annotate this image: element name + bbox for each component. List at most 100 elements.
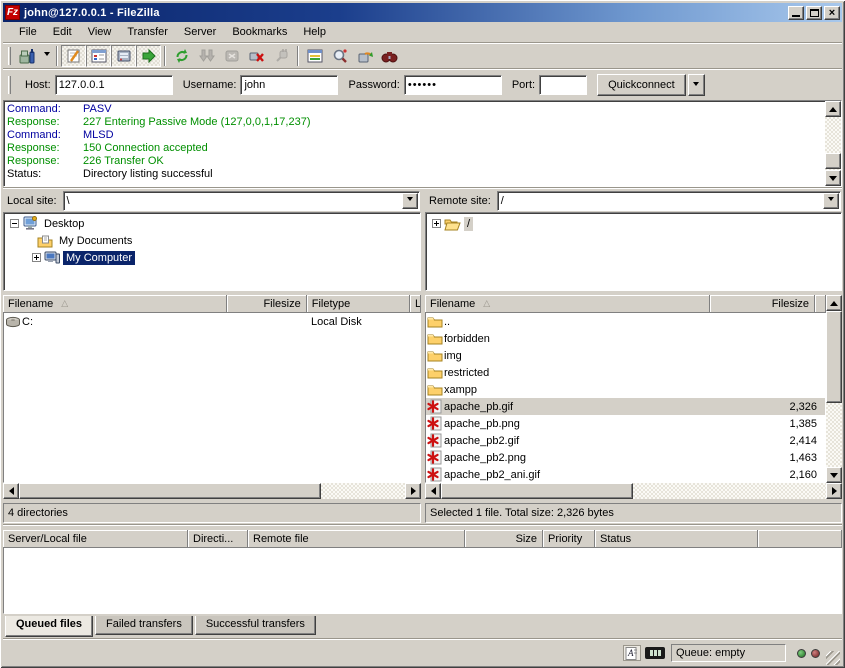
port-input[interactable] (539, 75, 587, 95)
toggle-remote-treeview-button[interactable] (111, 45, 136, 67)
remote-file-row[interactable]: apache_pb2.png 1,463 (426, 449, 825, 466)
expand-icon[interactable] (32, 253, 41, 262)
toggle-local-treeview-button[interactable] (86, 45, 111, 67)
local-file-row[interactable]: C: Local Disk (4, 313, 420, 330)
column-header-size[interactable]: Size (465, 530, 543, 548)
site-manager-dropdown-button[interactable] (40, 45, 53, 67)
column-header-server-local-file[interactable]: Server/Local file (3, 530, 188, 548)
chevron-down-icon (44, 52, 50, 59)
tab-successful-transfers[interactable]: Successful transfers (195, 616, 316, 635)
queue-status-text: Queue: empty (671, 644, 786, 662)
remote-file-row[interactable]: apache_pb.png 1,385 (426, 415, 825, 432)
tree-item-my-computer[interactable]: My Computer (4, 249, 420, 266)
remote-file-row[interactable]: apache_pb2.gif 2,414 (426, 432, 825, 449)
directory-comparison-button[interactable] (327, 45, 352, 67)
maximize-button[interactable] (806, 6, 822, 20)
synchronized-browsing-icon (357, 48, 373, 64)
password-input[interactable] (404, 75, 502, 95)
username-input[interactable] (240, 75, 338, 95)
toggle-transfer-queue-button[interactable] (136, 45, 161, 67)
column-header-direction[interactable]: Directi... (188, 530, 248, 548)
remote-file-row[interactable]: .. (426, 313, 825, 330)
divider (3, 187, 842, 189)
remote-file-row[interactable]: restricted (426, 364, 825, 381)
close-button[interactable]: × (824, 6, 840, 20)
disconnect-button[interactable] (244, 45, 269, 67)
scrollbar-thumb[interactable] (825, 153, 841, 169)
column-header-filesize[interactable]: Filesize (227, 295, 306, 313)
column-header-filetype[interactable]: Filetype (307, 295, 410, 313)
comparison-icon (332, 48, 348, 64)
column-header-lastmodified[interactable]: L (410, 295, 421, 313)
tree-item-my-documents[interactable]: My Documents (4, 232, 420, 249)
remote-site-label: Remote site: (425, 195, 497, 207)
host-input[interactable] (55, 75, 173, 95)
menu-bookmarks[interactable]: Bookmarks (224, 24, 295, 40)
find-files-button[interactable] (377, 45, 402, 67)
minimize-icon (792, 15, 800, 17)
column-header-status[interactable]: Status (595, 530, 758, 548)
column-header-filesize[interactable]: Filesize (710, 295, 815, 313)
transfer-queue-icon (141, 48, 157, 64)
reconnect-button[interactable] (269, 45, 294, 67)
toolbar-grip[interactable] (8, 47, 11, 65)
title-bar[interactable]: Fz john@127.0.0.1 - FileZilla × (3, 3, 842, 22)
folder-icon (426, 349, 444, 362)
cancel-operation-button[interactable] (219, 45, 244, 67)
scrollbar-thumb[interactable] (826, 311, 842, 403)
quickconnect-grip[interactable] (8, 76, 11, 94)
password-label: Password: (348, 79, 399, 91)
tree-item-desktop[interactable]: Desktop (4, 215, 420, 232)
disk-drive-icon (4, 316, 22, 328)
menu-help[interactable]: Help (295, 24, 334, 40)
remote-site-dropdown-button[interactable] (823, 193, 839, 209)
column-header-filename[interactable]: Filename△ (425, 295, 710, 313)
log-scrollbar[interactable] (825, 101, 841, 186)
remote-file-row[interactable]: apache_pb2_ani.gif 2,160 (426, 466, 825, 483)
tab-failed-transfers[interactable]: Failed transfers (95, 616, 193, 635)
menu-transfer[interactable]: Transfer (119, 24, 176, 40)
queue-list[interactable] (3, 548, 842, 614)
ascii-data-type-icon[interactable]: A (623, 645, 641, 661)
remote-file-row[interactable]: xampp (426, 381, 825, 398)
toggle-message-log-button[interactable] (61, 45, 86, 67)
site-manager-button[interactable] (15, 45, 40, 67)
remote-file-row-selected[interactable]: apache_pb.gif 2,326 (426, 398, 825, 415)
expand-icon[interactable] (432, 219, 441, 228)
chevron-down-icon (693, 82, 699, 89)
refresh-button[interactable] (169, 45, 194, 67)
disconnect-icon (249, 48, 265, 64)
remote-hscrollbar[interactable] (425, 483, 842, 499)
resize-grip[interactable] (826, 651, 840, 665)
collapse-icon[interactable] (10, 219, 19, 228)
quickconnect-button[interactable]: Quickconnect (597, 74, 686, 96)
remote-site-combobox[interactable]: / (497, 191, 841, 211)
menu-server[interactable]: Server (176, 24, 224, 40)
process-queue-button[interactable] (194, 45, 219, 67)
local-hscrollbar[interactable] (3, 483, 421, 499)
quickconnect-bar: Host: Username: Password: Port: Quickcon… (3, 70, 842, 99)
menu-file[interactable]: File (11, 24, 45, 40)
tree-item-root[interactable]: / (426, 215, 841, 232)
remote-file-row[interactable]: forbidden (426, 330, 825, 347)
reconnect-icon (274, 48, 290, 64)
remote-file-row[interactable]: img (426, 347, 825, 364)
local-site-combobox[interactable]: \ (63, 191, 420, 211)
quickconnect-dropdown-button[interactable] (688, 74, 705, 96)
menu-view[interactable]: View (80, 24, 120, 40)
menu-edit[interactable]: Edit (45, 24, 80, 40)
column-header-filename[interactable]: Filename△ (3, 295, 227, 313)
local-file-list: C: Local Disk (3, 313, 421, 483)
column-header-remote-file[interactable]: Remote file (248, 530, 465, 548)
directory-listing-filters-button[interactable] (302, 45, 327, 67)
tab-queued-files[interactable]: Queued files (5, 616, 93, 637)
local-status-text: 4 directories (3, 503, 421, 523)
speed-limits-icon[interactable] (645, 647, 665, 659)
local-site-dropdown-button[interactable] (402, 193, 418, 209)
synchronized-browsing-button[interactable] (352, 45, 377, 67)
remote-vscrollbar[interactable] (826, 295, 842, 483)
column-header-priority[interactable]: Priority (543, 530, 595, 548)
minimize-button[interactable] (788, 6, 804, 20)
scrollbar-thumb[interactable] (19, 483, 321, 499)
scrollbar-thumb[interactable] (441, 483, 633, 499)
